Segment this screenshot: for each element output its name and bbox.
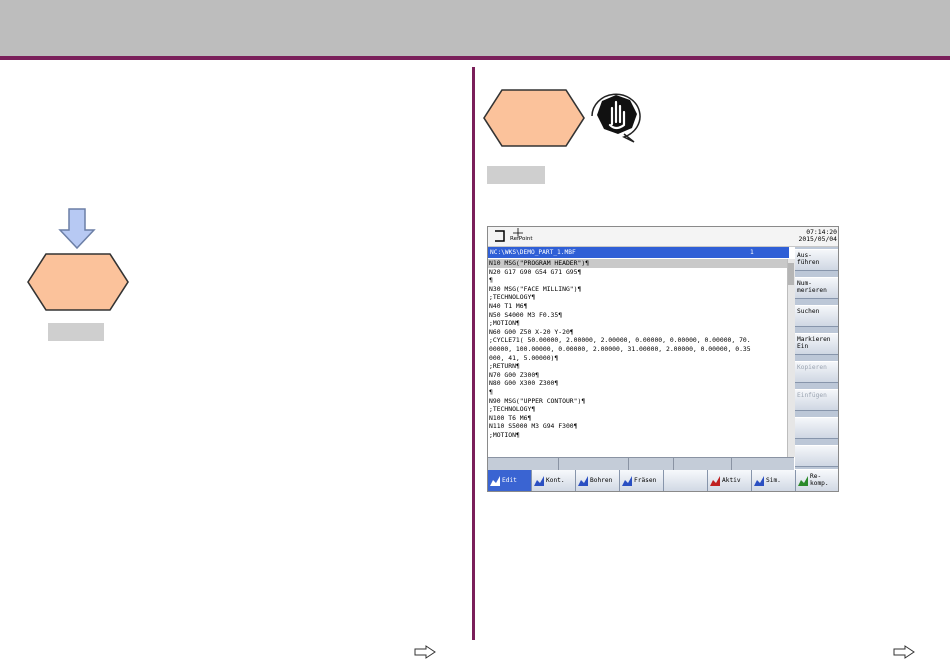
hexagon-icon xyxy=(26,252,130,316)
code-line[interactable]: 00000, 100.00000, 0.00000, 2.00000, 31.0… xyxy=(488,345,787,354)
code-line[interactable]: N60 G00 Z50 X-20 Y-20¶ xyxy=(488,328,787,337)
column-divider xyxy=(472,67,475,640)
softkey-vertical-3[interactable]: Suchen xyxy=(795,305,838,327)
softkey-label: Fräsen xyxy=(634,476,657,484)
softkey-label: Aktiv xyxy=(722,476,741,484)
softkey-label: Kopieren xyxy=(797,364,827,371)
softkey-horizontal-8[interactable]: Re- komp. xyxy=(796,470,838,491)
code-line[interactable]: N110 S5000 M3 G94 F300¶ xyxy=(488,422,787,431)
softkey-horizontal-7[interactable]: Sim. xyxy=(752,470,796,491)
softkey-vertical-1[interactable]: Aus- führen xyxy=(795,249,838,271)
cnc-status-bar: RefPoint 07:14:20 2015/05/04 xyxy=(488,227,838,247)
program-editor[interactable]: N10 MSG("PROGRAM HEADER")¶ N20 G17 G90 G5… xyxy=(488,259,787,457)
softkey-label: Suchen xyxy=(797,308,820,315)
code-line[interactable]: N10 MSG("PROGRAM HEADER")¶ xyxy=(488,259,787,268)
softkey-vertical-6[interactable]: Einfügen xyxy=(795,389,838,411)
softkey-horizontal-2[interactable]: Kont. xyxy=(532,470,576,491)
softkey-label: Sim. xyxy=(766,476,781,484)
code-line[interactable]: N90 MSG("UPPER CONTOUR")¶ xyxy=(488,397,787,406)
code-line[interactable]: N80 G00 X300 Z300¶ xyxy=(488,379,787,388)
mill-icon xyxy=(622,476,632,486)
drill-icon xyxy=(578,476,588,486)
editor-status-row xyxy=(488,457,794,470)
right-arrow-icon[interactable] xyxy=(893,644,915,663)
softkey-horizontal-4[interactable]: Fräsen xyxy=(620,470,664,491)
gray-label-box xyxy=(487,166,545,184)
right-arrow-icon[interactable] xyxy=(414,644,436,663)
vertical-softkey-bar: Aus- führen Num- merieren Suchen Markieren … xyxy=(795,247,838,469)
code-line[interactable]: 000, 41, 5.00000)¶ xyxy=(488,354,787,363)
softkey-horizontal-5[interactable] xyxy=(664,470,708,491)
pointing-hand-warning-icon xyxy=(590,92,646,148)
editor-scrollbar[interactable] xyxy=(787,259,795,457)
code-line[interactable]: ¶ xyxy=(488,276,787,285)
softkey-vertical-5[interactable]: Kopieren xyxy=(795,361,838,383)
channel-number: 1 xyxy=(750,249,754,256)
code-line[interactable]: N30 MSG("FACE MILLING")¶ xyxy=(488,285,787,294)
code-line[interactable]: N70 G00 Z300¶ xyxy=(488,371,787,380)
program-path-bar: NC:\WKS\DEMO_PART_1.MBF 1 xyxy=(488,247,789,258)
contour-icon xyxy=(534,476,544,486)
softkey-label: Kont. xyxy=(546,476,565,484)
softkey-vertical-4[interactable]: Markieren Ein xyxy=(795,333,838,355)
down-arrow-icon xyxy=(58,208,96,254)
code-line[interactable]: N20 G17 G90 G54 G71 G95¶ xyxy=(488,268,787,277)
softkey-label: Edit xyxy=(502,476,517,484)
code-line[interactable]: N100 T6 M6¶ xyxy=(488,414,787,423)
softkey-label: Einfügen xyxy=(797,392,827,399)
program-path: NC:\WKS\DEMO_PART_1.MBF xyxy=(490,249,576,256)
softkey-label: Aus- führen xyxy=(797,252,820,266)
code-line[interactable]: ;MOTION¶ xyxy=(488,431,787,440)
softkey-horizontal-6[interactable]: Aktiv xyxy=(708,470,752,491)
softkey-horizontal-3[interactable]: Bohren xyxy=(576,470,620,491)
scrollbar-thumb[interactable] xyxy=(788,263,794,285)
softkey-vertical-7[interactable] xyxy=(795,417,838,439)
code-line[interactable]: ;CYCLE71( 50.00000, 2.00000, 2.00000, 0.… xyxy=(488,336,787,345)
softkey-horizontal-1[interactable]: Edit xyxy=(488,470,532,491)
softkey-label: Re- komp. xyxy=(810,473,829,487)
softkey-vertical-2[interactable]: Num- merieren xyxy=(795,277,838,299)
refpoint-label: RefPoint xyxy=(510,236,533,242)
date-text: 2015/05/04 xyxy=(798,235,837,243)
simulation-icon xyxy=(754,476,764,486)
code-line[interactable]: ;TECHNOLOGY¶ xyxy=(488,293,787,302)
code-line[interactable]: N40 T1 M6¶ xyxy=(488,302,787,311)
horizontal-softkey-bar: Edit Kont. Bohren Fräsen Aktiv Sim. Re- komp. xyxy=(488,470,838,491)
header-bar xyxy=(0,0,950,56)
softkey-label: Bohren xyxy=(590,476,613,484)
code-line[interactable]: ;TECHNOLOGY¶ xyxy=(488,405,787,414)
code-line[interactable]: N50 S4000 M3 F0.35¶ xyxy=(488,311,787,320)
hexagon-icon xyxy=(482,88,586,152)
jog-mode-icon xyxy=(494,230,508,244)
code-line[interactable]: ;RETURN¶ xyxy=(488,362,787,371)
cnc-screen: RefPoint 07:14:20 2015/05/04 NC:\WKS\DEM… xyxy=(487,226,839,492)
code-line[interactable]: ¶ xyxy=(488,388,787,397)
edit-icon xyxy=(490,476,500,486)
gray-label-box xyxy=(48,323,104,341)
code-line[interactable]: ;MOTION¶ xyxy=(488,319,787,328)
softkey-vertical-8[interactable] xyxy=(795,445,838,467)
clock: 07:14:20 2015/05/04 xyxy=(799,229,837,243)
recompile-icon xyxy=(798,476,808,486)
softkey-label: Markieren Ein xyxy=(797,336,831,350)
header-accent-line xyxy=(0,56,950,60)
softkey-label: Num- merieren xyxy=(797,280,827,294)
active-icon xyxy=(710,476,720,486)
